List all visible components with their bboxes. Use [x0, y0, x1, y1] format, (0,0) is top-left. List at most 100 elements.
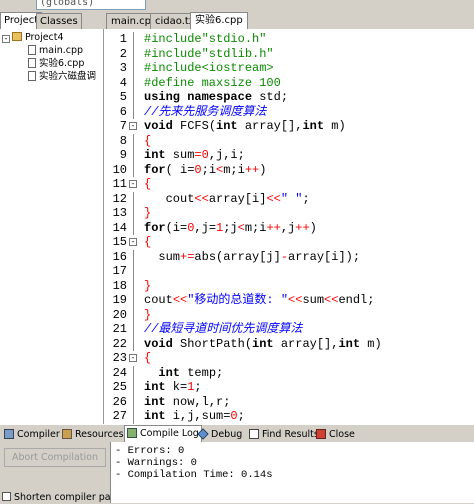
code-token: ShortPath( [172, 336, 253, 351]
abort-compilation-button[interactable]: Abort Compilation [4, 448, 106, 467]
code-line[interactable]: 27 int i,j,sum=0; [104, 409, 474, 424]
code-line[interactable]: 1 #include"stdio.h" [104, 32, 474, 47]
shorten-paths-checkbox[interactable]: Shorten compiler paths [2, 492, 125, 504]
resources-icon [62, 429, 72, 439]
code-token: { [144, 177, 152, 191]
fold-guide [133, 336, 134, 351]
code-token: int [144, 394, 166, 409]
collapse-icon[interactable]: - [2, 35, 10, 43]
tab-resources[interactable]: Resources [60, 427, 126, 442]
code-token: = [194, 148, 202, 162]
code-line[interactable]: 5 using namespace std; [104, 90, 474, 105]
code-line[interactable]: 20} [104, 307, 474, 322]
code-line[interactable]: 21 //最短寻道时间优先调度算法 [104, 322, 474, 337]
fold-toggle-icon[interactable]: - [129, 354, 137, 362]
code-token: " " [280, 191, 303, 206]
fold-guide [133, 365, 134, 380]
code-line[interactable]: 23-{ [104, 351, 474, 366]
fold-toggle-icon[interactable]: - [129, 238, 137, 246]
code-text: void ShortPath(int array[],int m) [144, 337, 382, 352]
fold-guide [133, 75, 134, 90]
code-token: } [144, 307, 152, 322]
code-line[interactable]: 2 #include"stdlib.h" [104, 46, 474, 61]
file-icon [28, 71, 36, 81]
code-token: m) [324, 119, 346, 133]
code-token: temp; [180, 365, 224, 380]
code-line[interactable]: 16 sum+=abs(array[j]-array[i]); [104, 249, 474, 264]
line-number: 18 [112, 278, 127, 293]
code-text: //先来先服务调度算法 [144, 105, 266, 120]
code-token: ( i= [165, 162, 195, 177]
code-line[interactable]: 26 int now,l,r; [104, 394, 474, 410]
tree-item-file[interactable]: main.cpp [28, 45, 83, 57]
line-number: 19 [112, 293, 127, 307]
code-token: #include<iostream> [144, 61, 274, 75]
checkbox-icon[interactable] [2, 492, 11, 501]
code-line[interactable]: 14 for(i=0,j=1;j<m;i++,j++) [104, 220, 474, 235]
code-token: using namespace [144, 90, 253, 104]
code-text: { [144, 235, 151, 250]
fold-guide [133, 220, 134, 235]
fold-guide [133, 162, 134, 177]
line-number: 12 [112, 191, 127, 206]
code-line[interactable]: 15-{ [104, 235, 474, 250]
scope-select[interactable]: (globals) [36, 0, 146, 10]
fold-toggle-icon[interactable]: - [129, 180, 137, 188]
tree-item-project[interactable]: - Project4 [2, 32, 64, 44]
fold-guide [133, 206, 134, 221]
fold-guide [133, 133, 134, 148]
code-line[interactable]: 18} [104, 278, 474, 293]
code-token: m;i [244, 220, 267, 235]
code-token: int [144, 409, 166, 423]
tab-label: Debug [211, 429, 243, 440]
file-name: main.cpp [39, 45, 84, 56]
left-panel-tabs: Project Classes [0, 12, 104, 30]
code-text: #include<iostream> [144, 61, 274, 76]
code-line[interactable]: 12 cout<<array[i]<<" "; [104, 191, 474, 206]
code-line[interactable]: 7- void FCFS(int array[],int m) [104, 119, 474, 134]
editor-file-tabs: main.cpp cidao.txt 实验6.cpp [104, 12, 474, 30]
tab-label: Resources [75, 429, 124, 440]
compile-log-output[interactable]: - Errors: 0 - Warnings: 0 - Compilation … [110, 442, 474, 503]
code-line[interactable]: 3 #include<iostream> [104, 61, 474, 76]
tab-label: Close [329, 429, 355, 440]
tab-experiment6-cpp[interactable]: 实验6.cpp [190, 12, 248, 30]
log-line: - Errors: 0 [115, 445, 185, 457]
code-line[interactable]: 25 int k=1; [104, 380, 474, 395]
tab-compiler[interactable]: Compiler [2, 427, 62, 442]
code-token: endl; [338, 293, 375, 307]
tree-item-file[interactable]: 实验6.cpp [28, 58, 84, 70]
line-number: 8 [119, 133, 127, 148]
code-token: << [324, 293, 339, 307]
line-number: 15 [112, 235, 127, 249]
code-line[interactable]: 8{ [104, 133, 474, 148]
code-line[interactable]: 4 #define maxsize 100 [104, 75, 474, 90]
code-line[interactable]: 13} [104, 206, 474, 221]
code-token: ,j [280, 220, 296, 235]
code-line[interactable]: 11-{ [104, 177, 474, 192]
tree-item-file[interactable]: 实验六磁盘调 [28, 71, 96, 83]
code-line[interactable]: 6 //先来先服务调度算法 [104, 104, 474, 120]
code-line[interactable]: 17 [104, 264, 474, 279]
code-token: ; [237, 409, 245, 423]
code-editor[interactable]: 1 #include"stdio.h" 2 #include"stdlib.h" 3 #i… [104, 29, 474, 424]
line-number: 7 [119, 119, 127, 133]
code-token: int [338, 336, 361, 351]
code-line[interactable]: 22 void ShortPath(int array[],int m) [104, 336, 474, 352]
code-line[interactable]: 10 for( i=0;i<m;i++) [104, 162, 474, 177]
code-token: int [216, 119, 238, 133]
fold-toggle-icon[interactable]: - [129, 122, 137, 130]
line-number: 16 [112, 249, 127, 264]
tab-find-results[interactable]: Find Results [247, 427, 321, 442]
fold-guide [133, 293, 134, 308]
tab-classes[interactable]: Classes [36, 13, 82, 29]
tab-close[interactable]: Close [314, 427, 357, 442]
tab-debug[interactable]: Debug [196, 427, 244, 442]
code-token: sum [302, 293, 325, 307]
code-token: { [144, 351, 152, 365]
code-line[interactable]: 19 cout<<"移动的总道数: "<<sum<<endl; [104, 293, 474, 308]
code-line[interactable]: 9 int sum=0,j,i; [104, 148, 474, 163]
code-text: int now,l,r; [144, 395, 230, 410]
code-token: 0 [201, 148, 209, 162]
code-line[interactable]: 24 int temp; [104, 365, 474, 380]
